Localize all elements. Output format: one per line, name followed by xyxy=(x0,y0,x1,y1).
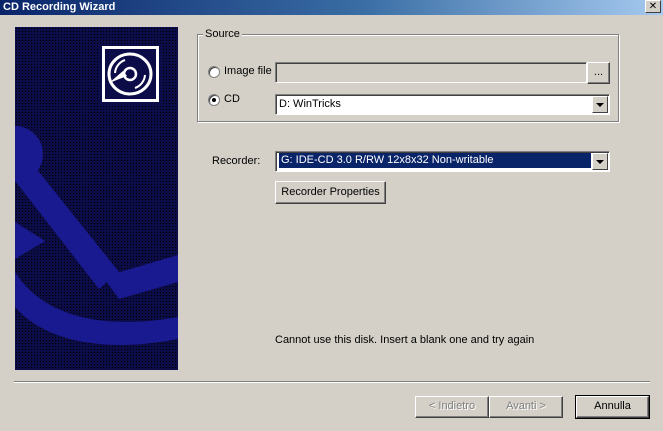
close-button[interactable]: ✕ xyxy=(645,0,661,13)
cancel-button[interactable]: Annulla xyxy=(575,395,650,419)
recorder-properties-button[interactable]: Recorder Properties xyxy=(275,181,386,204)
recorder-select[interactable]: G: IDE-CD 3.0 R/RW 12x8x32 Non-writable xyxy=(275,151,610,172)
cd-drive-select[interactable]: D: WinTricks xyxy=(275,94,610,115)
cd-disc-icon xyxy=(100,44,161,104)
image-file-field[interactable] xyxy=(275,62,587,83)
recorder-value: G: IDE-CD 3.0 R/RW 12x8x32 Non-writable xyxy=(279,153,591,168)
source-group-label: Source xyxy=(203,28,242,41)
image-file-radio[interactable] xyxy=(208,66,220,78)
recorder-dropdown-button[interactable] xyxy=(592,153,608,170)
cd-drive-dropdown-button[interactable] xyxy=(592,96,608,113)
window-title: CD Recording Wizard xyxy=(3,1,116,13)
wizard-side-art xyxy=(15,27,178,370)
status-message: Cannot use this disk. Insert a blank one… xyxy=(275,334,535,346)
image-file-label: Image file xyxy=(224,65,272,77)
title-bar: CD Recording Wizard ✕ xyxy=(0,0,663,15)
footer-separator xyxy=(14,381,650,383)
cd-radio[interactable] xyxy=(208,94,220,106)
recorder-label: Recorder: xyxy=(212,155,261,167)
cd-label: CD xyxy=(224,93,240,105)
browse-button[interactable]: ... xyxy=(587,62,610,84)
next-button[interactable]: Avanti > xyxy=(489,396,563,418)
back-button[interactable]: < Indietro xyxy=(415,396,489,418)
cd-drive-value: D: WinTricks xyxy=(279,98,341,110)
